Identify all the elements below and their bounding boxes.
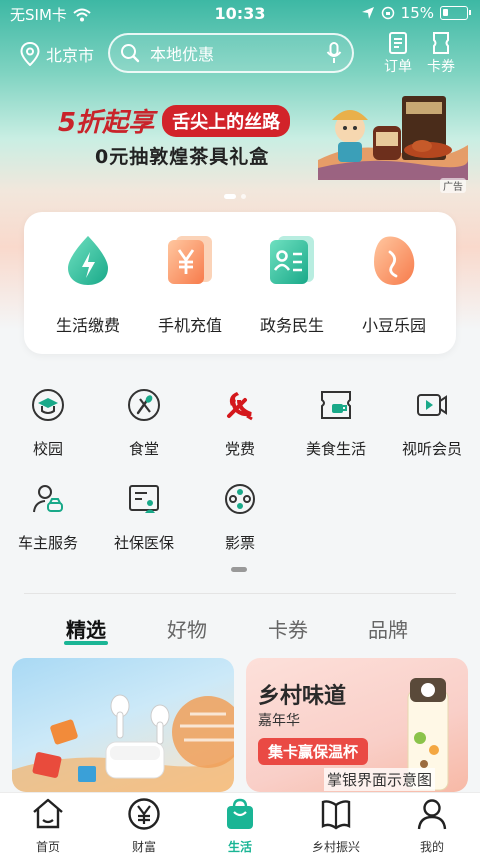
banner-illustration-icon xyxy=(318,96,468,180)
id-card-icon xyxy=(270,236,314,284)
tab-goods[interactable]: 好物 xyxy=(167,614,207,643)
tabbar-home[interactable]: 首页 xyxy=(8,797,88,853)
video-play-icon xyxy=(417,394,447,416)
tab-indicator xyxy=(64,641,108,645)
yen-circle-icon xyxy=(128,798,160,830)
main-services-card: 生活缴费 手机充值 政务民生 小豆乐园 xyxy=(24,212,456,354)
banner-pager xyxy=(224,194,246,199)
utensils-icon xyxy=(128,389,160,421)
shopping-bag-icon xyxy=(227,798,253,829)
service-social-insurance[interactable]: 社保医保 xyxy=(96,482,192,553)
service-canteen[interactable]: 食堂 xyxy=(96,388,192,459)
tabbar-rural-revitalization[interactable]: 乡村振兴 xyxy=(296,797,376,853)
banner-subline: 0元抽敦煌茶具礼盒 xyxy=(95,146,270,168)
orders-label: 订单 xyxy=(384,59,412,75)
tab-label: 财富 xyxy=(131,840,156,853)
promo-banner[interactable]: 5折起享 舌尖上的丝路 0元抽敦煌茶具礼盒 广告 xyxy=(0,82,480,193)
tab-label: 我的 xyxy=(419,840,444,853)
watermark-label: 掌银界面示意图 xyxy=(324,768,436,791)
orders-icon xyxy=(389,32,407,54)
service-utility-payment[interactable]: 生活缴费 xyxy=(34,234,142,336)
feature-card-title: 乡村味道 xyxy=(258,684,347,709)
service-label: 政务民生 xyxy=(259,316,324,335)
service-government[interactable]: 政务民生 xyxy=(238,234,346,336)
city-selector[interactable]: 北京市 xyxy=(20,42,94,66)
battery-percent: 15% xyxy=(400,4,434,22)
service-grid-pager xyxy=(231,567,247,572)
feature-card-earbuds[interactable] xyxy=(12,658,234,792)
yen-card-icon xyxy=(168,236,212,284)
coupons-label: 卡券 xyxy=(427,59,455,75)
feature-card-subtitle: 嘉年华 xyxy=(258,713,300,729)
search-input[interactable]: 本地优惠 xyxy=(108,33,354,73)
tab-coupons[interactable]: 卡券 xyxy=(268,614,308,643)
party-emblem-icon xyxy=(227,392,253,421)
service-phone-topup[interactable]: 手机充值 xyxy=(136,234,244,336)
service-label: 党费 xyxy=(224,440,255,458)
earbuds-promo-icon xyxy=(12,694,234,792)
service-label: 校园 xyxy=(32,440,63,458)
service-label: 手机充值 xyxy=(157,316,222,335)
city-label: 北京市 xyxy=(46,46,95,65)
battery-icon xyxy=(440,6,471,20)
service-label: 生活缴费 xyxy=(55,316,120,335)
location-arrow-icon xyxy=(361,7,374,19)
service-car-owner[interactable]: 车主服务 xyxy=(0,482,96,553)
pager-dot xyxy=(241,194,246,199)
coupons-button[interactable]: 卡券 xyxy=(421,32,461,76)
orders-button[interactable]: 订单 xyxy=(378,32,418,76)
book-icon xyxy=(321,800,351,830)
service-label: 美食生活 xyxy=(305,440,366,458)
ad-tag: 广告 xyxy=(440,178,466,193)
tab-brands[interactable]: 品牌 xyxy=(368,614,408,643)
status-bar: 无SIM卡 10:33 15% xyxy=(0,0,480,28)
service-bean-park[interactable]: 小豆乐园 xyxy=(340,234,448,336)
rotation-lock-icon xyxy=(381,6,394,20)
coupon-icon xyxy=(433,32,449,54)
service-label: 影票 xyxy=(224,534,255,552)
service-movie-tickets[interactable]: 影票 xyxy=(192,482,288,553)
bean-icon xyxy=(374,236,415,285)
home-icon xyxy=(33,798,63,829)
tabbar-wealth[interactable]: 财富 xyxy=(104,797,184,853)
service-label: 小豆乐园 xyxy=(361,316,426,335)
service-party-fee[interactable]: 党费 xyxy=(192,388,288,459)
location-pin-icon xyxy=(20,42,40,66)
graduation-cap-icon xyxy=(32,389,64,421)
user-icon xyxy=(417,799,447,830)
service-food-life[interactable]: 美食生活 xyxy=(288,388,384,459)
banner-tag: 舌尖上的丝路 xyxy=(162,104,291,137)
bottom-tab-bar: 首页 财富 生活 乡村振兴 我的 xyxy=(0,792,480,853)
film-reel-icon xyxy=(225,484,255,514)
car-owner-icon xyxy=(33,485,63,513)
search-icon xyxy=(121,44,140,63)
tab-label: 首页 xyxy=(35,840,60,853)
service-media-vip[interactable]: 视听会员 xyxy=(384,388,480,459)
tabbar-profile[interactable]: 我的 xyxy=(392,797,472,853)
tab-label: 生活 xyxy=(227,840,252,853)
section-divider xyxy=(24,593,456,594)
insurance-card-icon xyxy=(129,485,159,513)
header: 北京市 本地优惠 订单 卡券 xyxy=(0,30,480,80)
microphone-icon[interactable] xyxy=(326,42,342,64)
bolt-drop-icon xyxy=(68,236,108,285)
tab-featured[interactable]: 精选 xyxy=(66,614,106,643)
search-placeholder: 本地优惠 xyxy=(150,45,215,64)
service-label: 车主服务 xyxy=(17,534,78,552)
service-label: 食堂 xyxy=(128,440,159,458)
coffee-ticket-icon xyxy=(321,391,351,419)
banner-headline: 5折起享 xyxy=(58,108,155,138)
service-label: 社保医保 xyxy=(113,534,174,552)
feature-card-cta[interactable]: 集卡赢保温杯 xyxy=(258,738,369,765)
service-campus[interactable]: 校园 xyxy=(0,388,96,459)
tabbar-life[interactable]: 生活 xyxy=(200,797,280,853)
service-label: 视听会员 xyxy=(401,440,462,458)
pager-dot-active xyxy=(224,194,236,199)
tab-label: 乡村振兴 xyxy=(311,840,360,853)
